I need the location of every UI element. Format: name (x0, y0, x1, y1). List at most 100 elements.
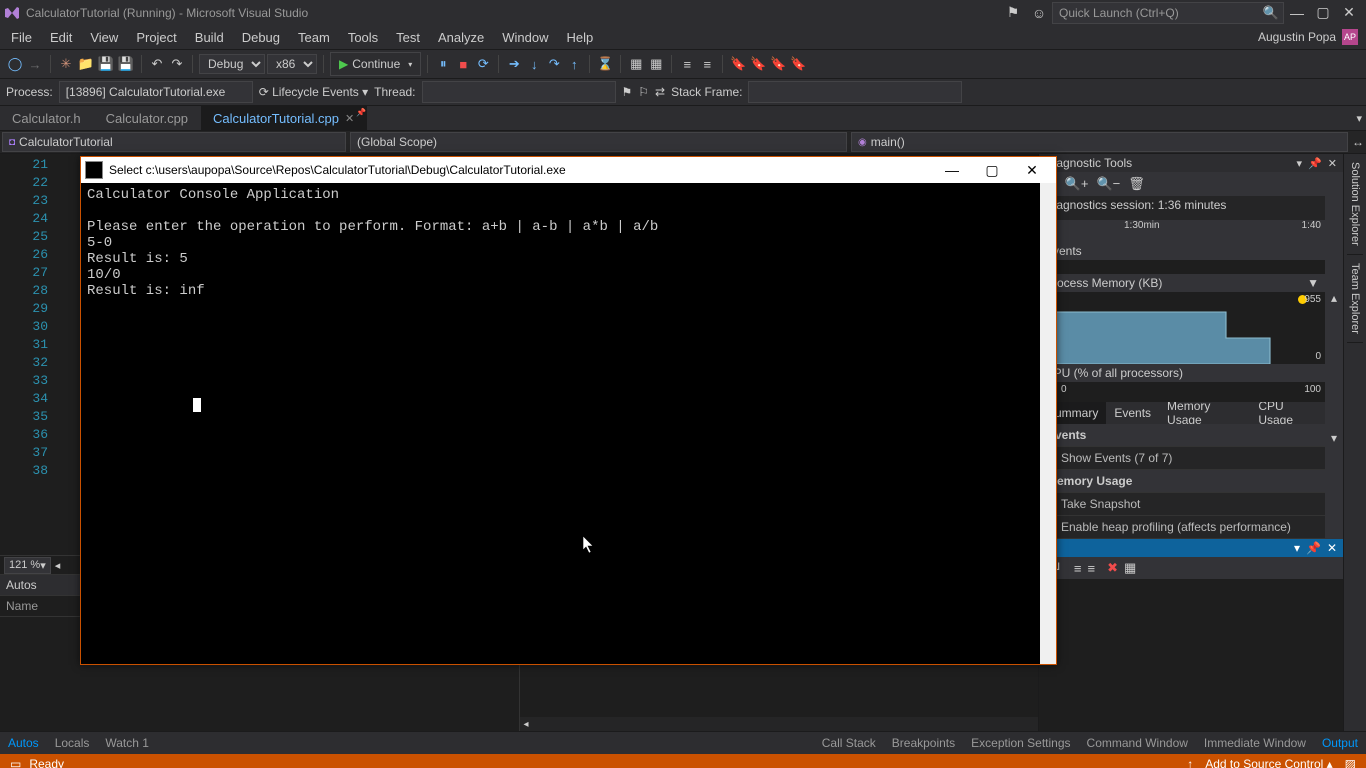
save-all-icon[interactable]: 💾 (117, 55, 135, 73)
bookmark-icon-3[interactable]: 🔖 (769, 55, 787, 73)
save-icon[interactable]: 💾 (97, 55, 115, 73)
lifecycle-events-dropdown[interactable]: ⟳ Lifecycle Events ▾ (259, 85, 368, 99)
diag-take-snapshot-link[interactable]: Take Snapshot (1039, 493, 1325, 516)
diag-cpu-chart[interactable]: 0100 (1039, 382, 1325, 402)
quick-launch-input[interactable]: Quick Launch (Ctrl+Q) 🔍 (1052, 2, 1284, 24)
console-titlebar[interactable]: Select c:\users\aupopa\Source\Repos\Calc… (81, 157, 1056, 183)
pin-icon[interactable]: 📌 (356, 108, 366, 117)
output-close-icon[interactable]: ✕ (1327, 541, 1337, 555)
console-output[interactable]: Calculator Console Application Please en… (81, 183, 1056, 664)
diag-memory-chart[interactable]: 955 0 (1039, 292, 1325, 364)
console-close-button[interactable]: ✕ (1012, 162, 1052, 179)
tab-call-stack[interactable]: Call Stack (814, 732, 884, 754)
menu-help[interactable]: Help (558, 25, 603, 49)
output-dropdown-icon[interactable]: ▾ (1294, 541, 1300, 555)
nav-function-select[interactable]: ◉ main() (851, 132, 1348, 152)
tab-output[interactable]: Output (1314, 732, 1366, 754)
window-restore-button[interactable]: ▢ (1310, 4, 1336, 21)
tab-command-window[interactable]: Command Window (1079, 732, 1196, 754)
tab-exception-settings[interactable]: Exception Settings (963, 732, 1078, 754)
zoom-select[interactable]: 121 % ▾ (4, 557, 51, 574)
add-to-source-control[interactable]: Add to Source Control ▴ (1205, 757, 1332, 768)
undo-icon[interactable]: ↶ (148, 55, 166, 73)
stop-debug-icon[interactable]: ■ (454, 55, 472, 73)
menu-debug[interactable]: Debug (233, 25, 289, 49)
console-maximize-button[interactable]: ▢ (972, 162, 1012, 179)
output-hscroll-left-icon[interactable]: ◂ (524, 719, 529, 730)
step-over-icon[interactable]: ↷ (545, 55, 563, 73)
tab-calculator-h[interactable]: Calculator.h (0, 106, 94, 130)
thread-flag-icon[interactable]: ⚑ (622, 85, 633, 99)
close-icon[interactable]: ✕ (345, 112, 354, 125)
bookmark-icon-4[interactable]: 🔖 (789, 55, 807, 73)
output-indent2-icon[interactable]: ≡ (1088, 561, 1096, 576)
menu-file[interactable]: File (2, 25, 41, 49)
tab-calculator-cpp[interactable]: Calculator.cpp (94, 106, 201, 130)
window-minimize-button[interactable]: — (1284, 5, 1310, 21)
menu-build[interactable]: Build (186, 25, 233, 49)
feedback-icon[interactable]: ☺ (1026, 5, 1052, 21)
notification-flag-icon[interactable]: ⚑ (1000, 4, 1026, 21)
nav-forward-icon[interactable]: → (26, 55, 44, 73)
tbx-icon-2[interactable]: ▦ (647, 55, 665, 73)
user-account-menu[interactable]: Augustin Popa AP (1252, 29, 1364, 45)
tab-autos[interactable]: Autos (0, 732, 47, 754)
tab-overflow-icon[interactable]: ▾ (1356, 112, 1362, 125)
publish-icon[interactable]: ↑ (1187, 757, 1193, 768)
output-clear-icon[interactable]: ✖ (1107, 560, 1118, 576)
tab-watch1[interactable]: Watch 1 (97, 732, 157, 754)
break-all-icon[interactable]: ⏸ (434, 55, 452, 73)
diag-tab-cpu[interactable]: CPU Usage (1250, 402, 1325, 424)
menu-edit[interactable]: Edit (41, 25, 81, 49)
show-next-statement-icon[interactable]: ➔ (505, 55, 523, 73)
diag-reset-icon[interactable]: 🗑 (1128, 176, 1145, 192)
snapshot-icon[interactable]: ⌛ (596, 55, 614, 73)
nav-split-icon[interactable]: ↔ (1350, 135, 1366, 149)
rail-team-explorer[interactable]: Team Explorer (1347, 255, 1363, 343)
diag-enable-heap-link[interactable]: Enable heap profiling (affects performan… (1039, 516, 1325, 539)
step-out-icon[interactable]: ↑ (565, 55, 583, 73)
console-minimize-button[interactable]: — (932, 162, 972, 178)
indent-more-icon[interactable]: ≡ (698, 55, 716, 73)
diag-close-icon[interactable]: ✕ (1328, 157, 1337, 170)
diag-dropdown-icon[interactable]: ▾ (1297, 157, 1303, 170)
process-select[interactable]: [13896] CalculatorTutorial.exe (59, 81, 253, 103)
new-project-icon[interactable]: ✳ (57, 55, 75, 73)
solution-config-select[interactable]: Debug (199, 54, 265, 74)
menu-view[interactable]: View (81, 25, 127, 49)
continue-button[interactable]: ▶ Continue ▾ (330, 52, 421, 76)
tab-breakpoints[interactable]: Breakpoints (884, 732, 963, 754)
diag-zoom-in-icon[interactable]: 🔍+ (1065, 176, 1089, 192)
horiz-scroll-left-icon[interactable]: ◂ (55, 559, 61, 572)
tab-locals[interactable]: Locals (47, 732, 98, 754)
open-file-icon[interactable]: 📁 (77, 55, 95, 73)
nav-scope-select[interactable]: (Global Scope) (350, 132, 847, 152)
nav-project-select[interactable]: ◘ CalculatorTutorial (2, 132, 346, 152)
solution-platform-select[interactable]: x86 (267, 54, 317, 74)
output-indent-icon[interactable]: ≡ (1074, 561, 1082, 576)
output-toggle-icon[interactable]: ▦ (1124, 560, 1136, 576)
step-into-icon[interactable]: ↓ (525, 55, 543, 73)
menu-project[interactable]: Project (127, 25, 185, 49)
output-pin-icon[interactable]: 📌 (1306, 541, 1321, 555)
menu-window[interactable]: Window (493, 25, 557, 49)
redo-icon[interactable]: ↷ (168, 55, 186, 73)
diag-pin-icon[interactable]: 📌 (1308, 157, 1322, 170)
diag-scroll-up-icon[interactable]: ▴▾ (1325, 196, 1343, 539)
tbx-icon-1[interactable]: ▦ (627, 55, 645, 73)
diag-timeline-ruler[interactable]: 1:30min1:40 (1039, 220, 1325, 242)
indent-less-icon[interactable]: ≡ (678, 55, 696, 73)
diag-tab-memory[interactable]: Memory Usage (1159, 402, 1250, 424)
restart-debug-icon[interactable]: ⟳ (474, 55, 492, 73)
menu-tools[interactable]: Tools (339, 25, 387, 49)
window-close-button[interactable]: ✕ (1336, 4, 1362, 21)
threads-swap-icon[interactable]: ⇄ (655, 85, 665, 99)
bookmark-icon[interactable]: 🔖 (729, 55, 747, 73)
stack-frame-select[interactable] (748, 81, 962, 103)
menu-test[interactable]: Test (387, 25, 429, 49)
menu-team[interactable]: Team (289, 25, 339, 49)
rail-solution-explorer[interactable]: Solution Explorer (1347, 154, 1363, 255)
diag-zoom-out-icon[interactable]: 🔍− (1096, 176, 1120, 192)
nav-back-icon[interactable]: ◯ (6, 55, 24, 73)
menu-analyze[interactable]: Analyze (429, 25, 493, 49)
